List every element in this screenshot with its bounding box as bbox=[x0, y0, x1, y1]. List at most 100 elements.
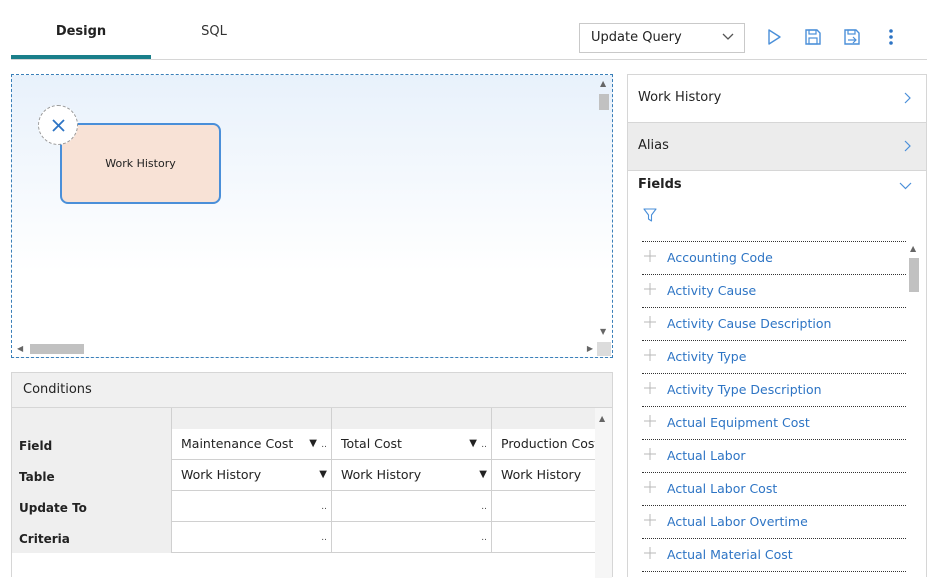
column-header[interactable] bbox=[492, 408, 596, 429]
update-to-cell[interactable] bbox=[492, 491, 596, 522]
table-value: Work History bbox=[501, 467, 582, 482]
table-cell[interactable]: Work History bbox=[492, 460, 596, 491]
grid-row-field: Field Maintenance Cost ▼.. Total Cost ▼.. … bbox=[12, 429, 596, 460]
scroll-up-icon[interactable]: ▲ bbox=[910, 244, 916, 254]
ellipsis-button[interactable]: .. bbox=[481, 522, 487, 553]
update-to-cell[interactable]: .. bbox=[172, 491, 332, 522]
field-list-label: Actual Labor bbox=[667, 448, 746, 463]
dropdown-arrow-icon[interactable]: ▼ bbox=[309, 429, 317, 459]
row-label: Field bbox=[12, 429, 172, 460]
scroll-corner bbox=[597, 342, 611, 356]
plus-icon bbox=[644, 382, 656, 394]
scroll-up-icon[interactable]: ▲ bbox=[600, 79, 606, 89]
field-list-label: Actual Material Cost bbox=[667, 547, 793, 562]
table-node-work-history[interactable]: Work History bbox=[60, 123, 221, 204]
grid-header-row bbox=[12, 408, 596, 429]
field-list-label: Actual Equipment Cost bbox=[667, 415, 810, 430]
save-as-icon[interactable] bbox=[841, 26, 863, 48]
scroll-up-icon[interactable]: ▲ bbox=[599, 414, 605, 424]
row-label: Table bbox=[12, 460, 172, 491]
row-label: Criteria bbox=[12, 522, 172, 553]
scroll-thumb[interactable] bbox=[30, 344, 84, 354]
query-type-value: Update Query bbox=[591, 30, 682, 45]
field-list-item[interactable]: Activity Type bbox=[642, 341, 906, 374]
grid-row-criteria: Criteria .. .. bbox=[12, 522, 596, 553]
criteria-cell[interactable] bbox=[492, 522, 596, 553]
field-list-item[interactable]: Activity Cause Description bbox=[642, 308, 906, 341]
criteria-cell[interactable]: .. bbox=[332, 522, 492, 553]
ellipsis-button[interactable]: .. bbox=[481, 429, 487, 460]
scroll-left-icon[interactable]: ◀ bbox=[17, 344, 23, 354]
tab-design[interactable]: Design bbox=[11, 0, 151, 59]
table-cell[interactable]: Work History ▼ bbox=[332, 460, 492, 491]
canvas-horizontal-scrollbar[interactable]: ◀ ▶ bbox=[14, 342, 596, 356]
plus-icon bbox=[644, 283, 656, 295]
query-design-canvas[interactable]: Work History ▲ ▼ ◀ ▶ bbox=[11, 74, 613, 358]
plus-icon bbox=[644, 481, 656, 493]
source-table-label: Work History bbox=[638, 90, 722, 105]
source-table-item[interactable]: Work History bbox=[628, 75, 926, 123]
query-type-select[interactable]: Update Query bbox=[579, 23, 745, 53]
conditions-panel: Conditions Field Maintenance Cost ▼.. Tot… bbox=[11, 372, 613, 578]
field-cell[interactable]: Maintenance Cost ▼.. bbox=[172, 429, 332, 460]
table-value: Work History bbox=[341, 467, 422, 482]
field-value: Total Cost bbox=[341, 436, 402, 451]
field-cell[interactable]: Total Cost ▼.. bbox=[332, 429, 492, 460]
ellipsis-button[interactable]: .. bbox=[321, 522, 327, 553]
tab-sql[interactable]: SQL bbox=[144, 0, 284, 59]
filter-icon[interactable] bbox=[643, 208, 657, 222]
field-list-item[interactable]: Actual Material Cost bbox=[642, 539, 906, 572]
field-list-scrollbar[interactable]: ▲ bbox=[907, 241, 921, 578]
scroll-thumb[interactable] bbox=[909, 258, 919, 292]
criteria-cell[interactable]: .. bbox=[172, 522, 332, 553]
scroll-thumb[interactable] bbox=[599, 94, 609, 110]
scroll-right-icon[interactable]: ▶ bbox=[587, 344, 593, 354]
field-value: Production Cost bbox=[501, 436, 596, 451]
plus-icon bbox=[644, 316, 656, 328]
canvas-vertical-scrollbar[interactable]: ▲ ▼ bbox=[597, 77, 611, 339]
conditions-grid: Field Maintenance Cost ▼.. Total Cost ▼.. … bbox=[12, 408, 596, 554]
more-icon[interactable] bbox=[880, 26, 902, 48]
grid-corner bbox=[12, 408, 172, 429]
field-list-item[interactable]: Actual Labor Cost bbox=[642, 473, 906, 506]
field-list-label: Actual Labor Overtime bbox=[667, 514, 808, 529]
field-list: Accounting Code Activity Cause Activity Ca… bbox=[642, 241, 906, 578]
column-header[interactable] bbox=[332, 408, 492, 429]
properties-panel: Work History Alias Fields Accounting Cod… bbox=[627, 74, 927, 577]
plus-icon bbox=[644, 349, 656, 361]
ellipsis-button[interactable]: .. bbox=[321, 429, 327, 460]
dropdown-arrow-icon[interactable]: ▼ bbox=[319, 460, 327, 490]
grid-vertical-scrollbar[interactable]: ▲ bbox=[595, 408, 612, 578]
ellipsis-button[interactable]: .. bbox=[481, 491, 487, 522]
alias-label: Alias bbox=[638, 138, 669, 153]
field-list-label: Activity Cause Description bbox=[667, 316, 832, 331]
run-icon[interactable] bbox=[763, 26, 785, 48]
grid-row-update-to: Update To .. .. bbox=[12, 491, 596, 522]
field-list-item[interactable]: Activity Cause bbox=[642, 275, 906, 308]
field-list-item[interactable]: Actual Equipment Cost bbox=[642, 407, 906, 440]
ellipsis-button[interactable]: .. bbox=[321, 491, 327, 522]
grid-row-table: Table Work History ▼ Work History ▼ Work H… bbox=[12, 460, 596, 491]
scroll-down-icon[interactable]: ▼ bbox=[600, 327, 606, 337]
table-cell[interactable]: Work History ▼ bbox=[172, 460, 332, 491]
save-icon[interactable] bbox=[802, 26, 824, 48]
field-list-item[interactable]: Accounting Code bbox=[642, 242, 906, 275]
chevron-down-icon[interactable] bbox=[899, 182, 912, 190]
conditions-title: Conditions bbox=[12, 373, 612, 408]
plus-icon bbox=[644, 250, 656, 262]
close-icon bbox=[52, 119, 65, 132]
table-value: Work History bbox=[181, 467, 262, 482]
field-list-item[interactable]: Activity Type Description bbox=[642, 374, 906, 407]
field-cell[interactable]: Production Cost bbox=[492, 429, 596, 460]
field-list-label: Activity Cause bbox=[667, 283, 757, 298]
field-list-item[interactable]: Actual Labor Overtime bbox=[642, 506, 906, 539]
field-list-item[interactable]: Actual Labor bbox=[642, 440, 906, 473]
update-to-cell[interactable]: .. bbox=[332, 491, 492, 522]
column-header[interactable] bbox=[172, 408, 332, 429]
field-list-label: Activity Type Description bbox=[667, 382, 822, 397]
dropdown-arrow-icon[interactable]: ▼ bbox=[479, 460, 487, 490]
field-list-label: Accounting Code bbox=[667, 250, 773, 265]
dropdown-arrow-icon[interactable]: ▼ bbox=[469, 429, 477, 459]
alias-item[interactable]: Alias bbox=[628, 123, 926, 171]
remove-table-button[interactable] bbox=[38, 105, 78, 145]
